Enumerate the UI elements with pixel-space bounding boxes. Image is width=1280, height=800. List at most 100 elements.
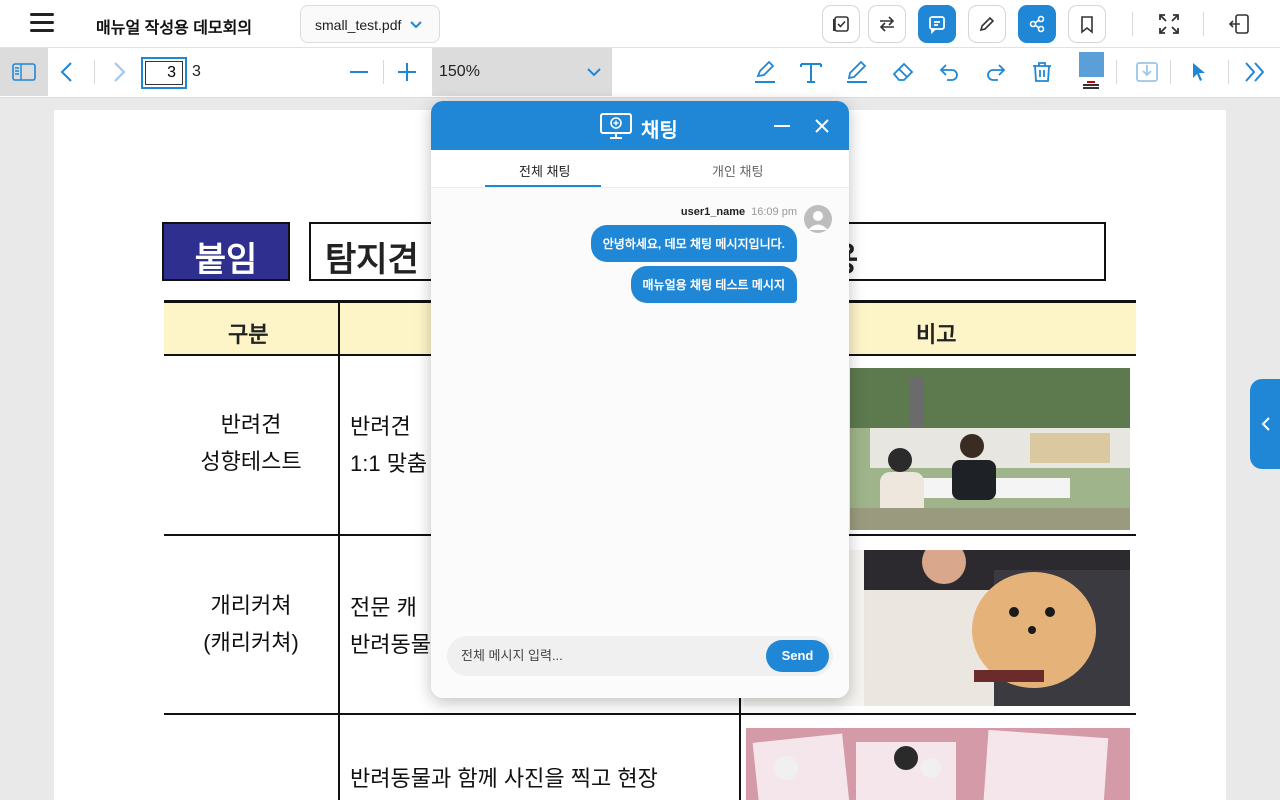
message-time: 16:09 pm [751, 206, 797, 218]
fullscreen-icon [1159, 14, 1179, 34]
redo-icon [987, 64, 1006, 81]
row1-desc-line1: 반려견 [350, 414, 411, 439]
row1-category-line1: 반려견 [220, 412, 282, 437]
close-button[interactable] [811, 115, 833, 137]
trash-icon [1033, 62, 1051, 82]
bookmark-button[interactable] [1068, 5, 1106, 43]
attachment-badge: 붙임 [162, 222, 290, 281]
text-tool-button[interactable] [796, 57, 826, 87]
zoom-select[interactable]: 150% [432, 48, 612, 96]
stroke-style-icon [1083, 81, 1099, 89]
plus-icon [398, 63, 416, 81]
divider [383, 60, 384, 84]
divider [94, 60, 95, 84]
title-start: 탐지견 [325, 241, 419, 279]
row2-desc-line1: 전문 캐 [350, 595, 417, 620]
pen-icon [847, 60, 867, 83]
exit-icon [1228, 14, 1249, 34]
download-icon [1136, 62, 1158, 82]
tab-private-chat[interactable]: 개인 채팅 [712, 161, 763, 180]
header-remarks: 비고 [916, 322, 957, 347]
exit-button[interactable] [1220, 5, 1258, 43]
row1-desc-line2: 1:1 맞춤 [350, 451, 428, 476]
eraser-button[interactable] [888, 57, 918, 87]
monitor-icon [600, 113, 632, 139]
message-composer: Send [447, 636, 833, 676]
save-download-button[interactable] [1132, 57, 1162, 87]
message-meta: user1_name 16:09 pm [681, 206, 797, 218]
document-toolbar: 3 150% [0, 48, 1280, 98]
side-panel-toggle[interactable] [1250, 379, 1280, 469]
chevron-down-icon [410, 21, 422, 29]
undo-button[interactable] [934, 57, 964, 87]
task-check-button[interactable] [822, 5, 860, 43]
redo-button[interactable] [981, 57, 1011, 87]
highlighter-button[interactable] [750, 57, 780, 87]
color-picker[interactable] [1079, 52, 1104, 77]
close-icon [815, 119, 829, 133]
select-tool-button[interactable] [1184, 57, 1214, 87]
table-cell: 전문 캐 반려동물 [350, 589, 431, 663]
next-page-button[interactable] [104, 57, 134, 87]
row2-category-line2: (캐리커쳐) [203, 630, 299, 655]
file-select[interactable]: small_test.pdf [300, 5, 440, 43]
share-button[interactable] [1018, 5, 1056, 43]
page-number-field[interactable] [141, 57, 187, 89]
table-cell: 반려견 성향테스트 [164, 406, 338, 480]
fullscreen-button[interactable] [1150, 5, 1188, 43]
sidebar-icon [12, 63, 36, 81]
table-divider [338, 300, 340, 800]
divider [1116, 60, 1117, 84]
undo-icon [939, 64, 958, 81]
chat-button[interactable] [918, 5, 956, 43]
chevron-right-icon [114, 62, 126, 82]
chevron-left-icon [1261, 417, 1270, 431]
chevron-left-icon [60, 62, 72, 82]
pen-tool-button[interactable] [842, 57, 872, 87]
share-icon [1029, 15, 1045, 33]
expand-toolbar-button[interactable] [1240, 57, 1270, 87]
event-photo [850, 368, 1130, 530]
message-list[interactable]: user1_name 16:09 pm 안녕하세요, 데모 채팅 메시지입니다. … [431, 188, 849, 698]
file-name: small_test.pdf [315, 17, 402, 33]
pen-button[interactable] [968, 5, 1006, 43]
message-bubble: 매뉴얼용 채팅 테스트 메시지 [630, 266, 797, 303]
chat-icon [929, 16, 945, 34]
zoom-out-button[interactable] [344, 57, 374, 87]
avatar [804, 205, 832, 233]
chevron-down-icon [587, 68, 601, 77]
message-bubble: 안녕하세요, 데모 채팅 메시지입니다. [590, 225, 797, 262]
chat-panel: 채팅 전체 채팅 개인 채팅 user1_name 16:09 pm 안녕하세요,… [431, 101, 849, 698]
sidebar-toggle-button[interactable] [0, 48, 48, 96]
send-button[interactable]: Send [766, 640, 829, 672]
swap-button[interactable] [868, 5, 906, 43]
pen-icon [979, 16, 995, 32]
row2-category-line1: 개리커쳐 [210, 593, 292, 618]
message-author: user1_name [680, 206, 746, 218]
row1-category-line2: 성향테스트 [200, 449, 302, 474]
prev-page-button[interactable] [52, 57, 82, 87]
divider [1132, 12, 1133, 36]
task-check-icon [833, 16, 849, 32]
page-total: 3 [192, 63, 201, 80]
minimize-icon [774, 125, 790, 127]
header-category: 구분 [228, 322, 269, 347]
page-number-input[interactable] [145, 61, 183, 85]
swap-icon [879, 16, 895, 32]
table-cell: 반려견 1:1 맞춤 [350, 408, 427, 482]
zoom-in-button[interactable] [392, 57, 422, 87]
divider [1228, 60, 1229, 84]
active-tab-indicator [485, 185, 601, 187]
zoom-value: 150% [439, 63, 480, 80]
divider [1170, 60, 1171, 84]
row2-desc-line2: 반려동물 [350, 632, 431, 657]
tab-all-chat[interactable]: 전체 채팅 [519, 161, 570, 180]
divider [1203, 12, 1204, 36]
user-icon [808, 211, 828, 230]
minimize-button[interactable] [771, 115, 793, 137]
delete-button[interactable] [1027, 57, 1057, 87]
menu-icon[interactable] [30, 13, 54, 33]
cursor-icon [1193, 63, 1205, 81]
app-title: 매뉴얼 작성용 데모회의 [96, 20, 253, 37]
message-input[interactable] [461, 648, 751, 663]
